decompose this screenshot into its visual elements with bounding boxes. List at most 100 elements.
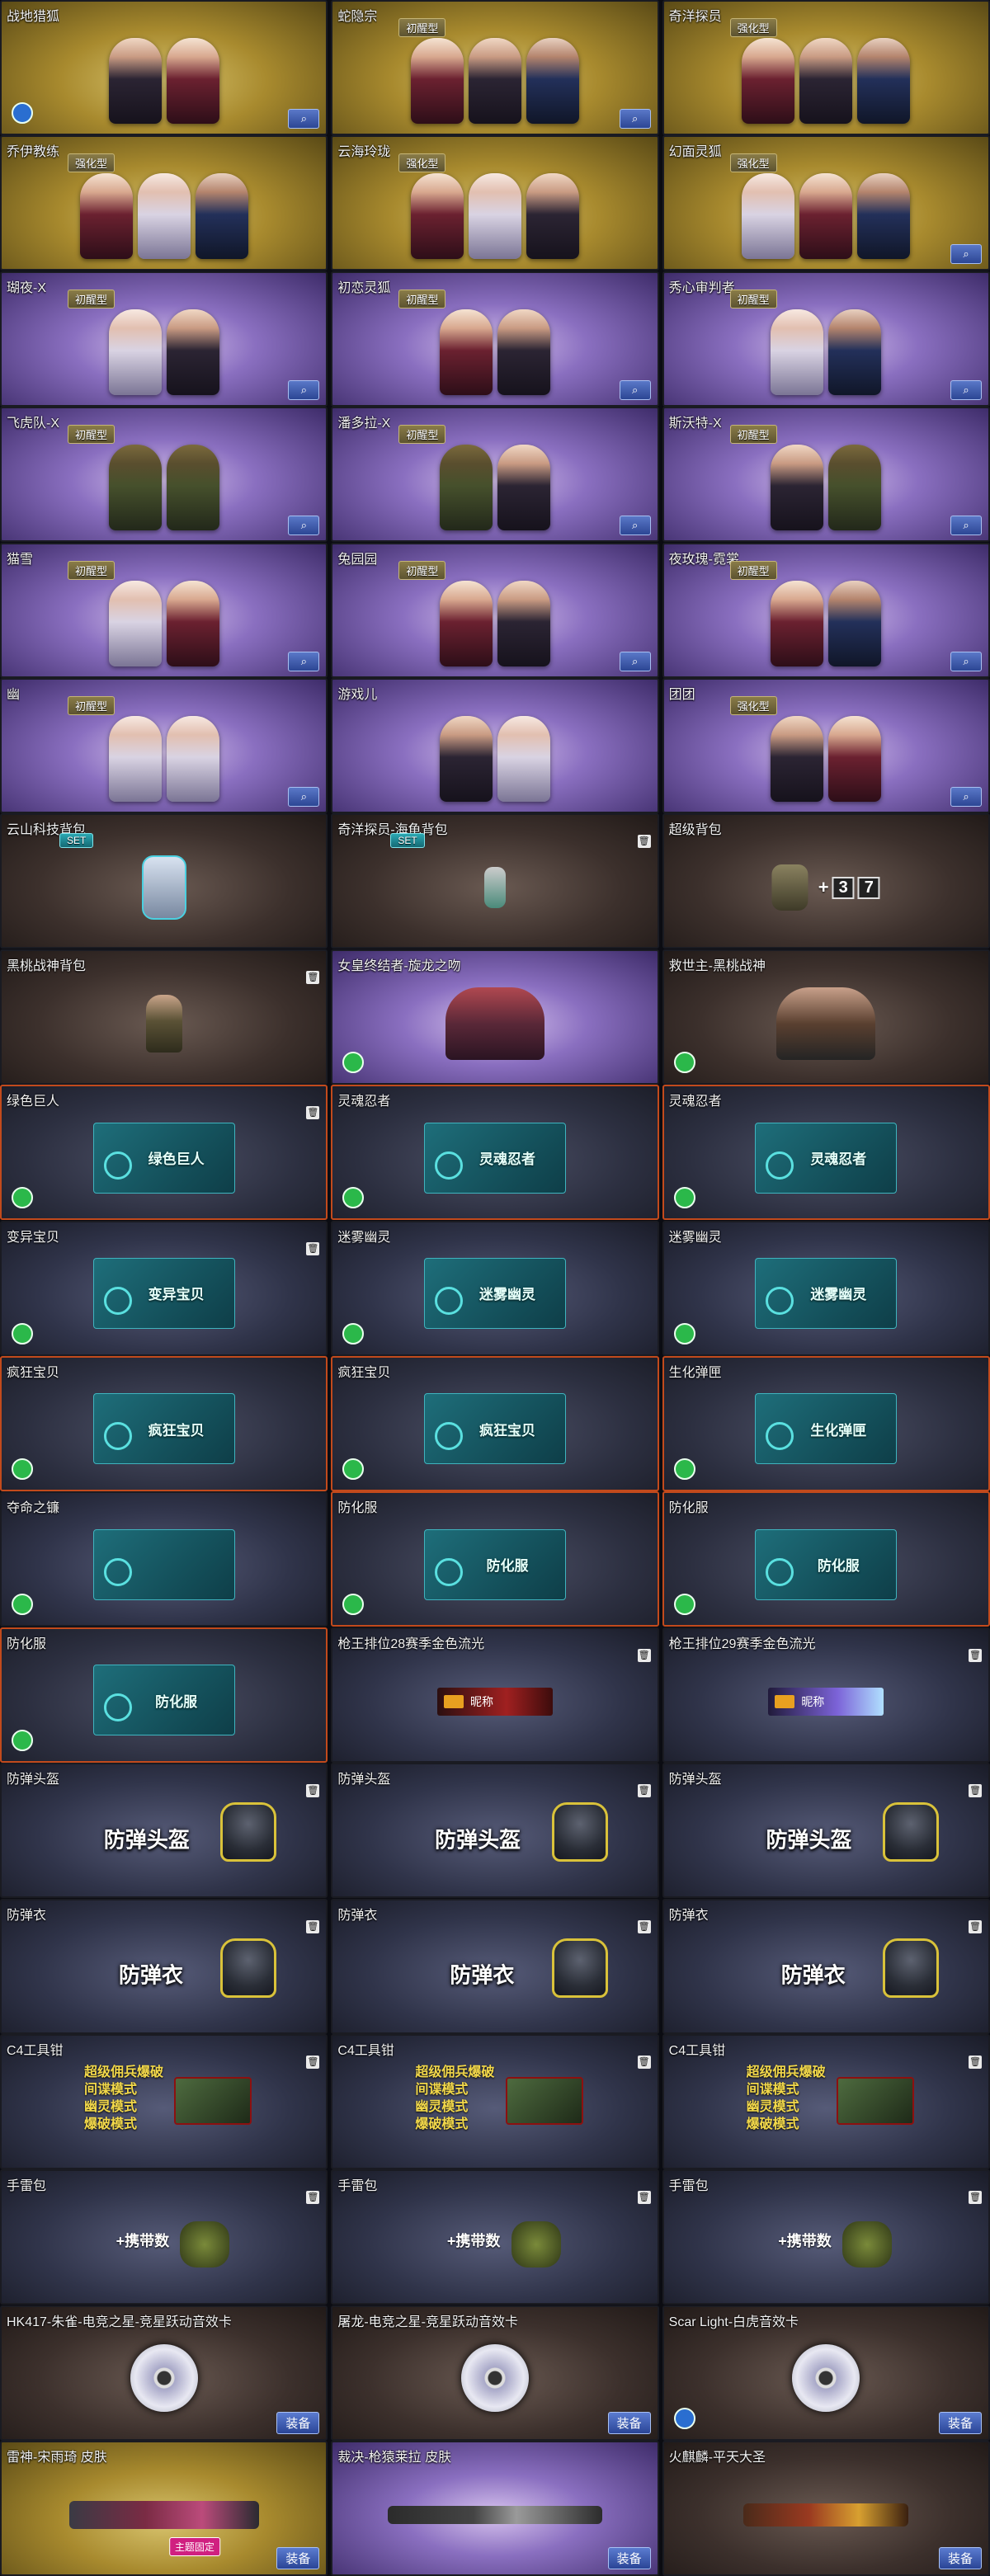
inventory-card[interactable]: 斯沃特-X 初醒型 ⌕ — [662, 407, 990, 543]
inventory-card[interactable]: 迷雾幽灵 迷雾幽灵 — [662, 1220, 990, 1356]
inventory-card[interactable]: 防弹头盔 防弹头盔 🗑 — [0, 1763, 328, 1899]
trash-icon[interactable]: 🗑 — [306, 2191, 320, 2205]
trash-icon[interactable]: 🗑 — [306, 970, 320, 984]
trash-icon[interactable]: 🗑 — [637, 2056, 651, 2069]
inventory-card[interactable]: 防化服 防化服 — [662, 1491, 990, 1627]
search-button[interactable]: ⌕ — [288, 109, 320, 129]
trash-icon[interactable]: 🗑 — [637, 835, 651, 849]
inventory-card[interactable]: 裁决-枪猿莱拉 皮肤 装备 — [331, 2441, 659, 2576]
inventory-card[interactable]: 防弹衣 防弹衣 🗑 — [662, 1898, 990, 2034]
inventory-card[interactable]: 女皇终结者-旋龙之吻 — [331, 949, 659, 1085]
inventory-card[interactable]: 灵魂忍者 灵魂忍者 — [331, 1085, 659, 1221]
preview-button[interactable]: ⌕ — [950, 787, 982, 807]
preview-button[interactable]: ⌕ — [619, 379, 651, 400]
item-ribbon: 灵魂忍者 — [423, 1122, 566, 1194]
inventory-card[interactable]: 初恋灵狐 初醒型 ⌕ — [331, 271, 659, 407]
inventory-card[interactable]: 防化服 防化服 — [331, 1491, 659, 1627]
trash-icon[interactable]: 🗑 — [306, 1106, 320, 1120]
inventory-card[interactable]: 疯狂宝贝 疯狂宝贝 — [0, 1356, 328, 1491]
inventory-card[interactable]: C4工具钳 超级佣兵爆破 间谍模式 幽灵模式 爆破模式 🗑 — [662, 2034, 990, 2169]
trash-icon[interactable]: 🗑 — [637, 1648, 651, 1662]
trash-icon[interactable]: 🗑 — [968, 2191, 982, 2205]
helmet-icon — [220, 1802, 277, 1863]
preview-button[interactable]: ⌕ — [950, 379, 982, 400]
inventory-card[interactable]: 绿色巨人 绿色巨人 🗑 — [0, 1085, 328, 1221]
trash-icon[interactable]: 🗑 — [968, 1919, 982, 1933]
inventory-card[interactable]: 枪王排位28赛季金色流光 昵称 🗑 — [331, 1627, 659, 1763]
trash-icon[interactable]: 🗑 — [968, 1784, 982, 1798]
trash-icon[interactable]: 🗑 — [306, 1784, 320, 1798]
equip-button[interactable]: 装备 — [938, 2547, 982, 2570]
inventory-card[interactable]: 生化弹匣 生化弹匣 — [662, 1356, 990, 1491]
inventory-card[interactable]: 夺命之镰 — [0, 1491, 328, 1627]
trash-icon[interactable]: 🗑 — [637, 1919, 651, 1933]
inventory-card[interactable]: 防弹衣 防弹衣 🗑 — [331, 1898, 659, 2034]
inventory-card[interactable]: 变异宝贝 变异宝贝 🗑 — [0, 1220, 328, 1356]
inventory-card[interactable]: 防弹头盔 防弹头盔 🗑 — [662, 1763, 990, 1899]
equip-button[interactable]: 装备 — [938, 2411, 982, 2434]
card-title: 雷神-宋雨琦 皮肤 — [7, 2451, 107, 2465]
inventory-card[interactable]: 战地猎狐 ⌕ — [0, 0, 328, 135]
equip-button[interactable]: 装备 — [607, 2547, 651, 2570]
inventory-card[interactable]: 火麒麟-平天大圣 装备 — [662, 2441, 990, 2576]
inventory-card[interactable]: C4工具钳 超级佣兵爆破 间谍模式 幽灵模式 爆破模式 🗑 — [331, 2034, 659, 2169]
inventory-card[interactable]: 防化服 防化服 — [0, 1627, 328, 1763]
inventory-card[interactable]: 飞虎队-X 初醒型 ⌕ — [0, 407, 328, 543]
preview-button[interactable]: ⌕ — [288, 651, 320, 671]
preview-button[interactable]: ⌕ — [950, 244, 982, 265]
inventory-card[interactable]: 瑚夜-X 初醒型 ⌕ — [0, 271, 328, 407]
inventory-card[interactable]: 救世主-黑桃战神 — [662, 949, 990, 1085]
trash-icon[interactable]: 🗑 — [968, 1648, 982, 1662]
preview-button[interactable]: ⌕ — [288, 787, 320, 807]
trash-icon[interactable]: 🗑 — [306, 1241, 320, 1255]
trash-icon[interactable]: 🗑 — [637, 1784, 651, 1798]
preview-button[interactable]: ⌕ — [619, 516, 651, 536]
inventory-card[interactable]: 乔伊教练 强化型 — [0, 135, 328, 271]
trash-icon[interactable]: 🗑 — [637, 2191, 651, 2205]
trash-icon[interactable]: 🗑 — [306, 1919, 320, 1933]
inventory-card[interactable]: 黑桃战神背包 🗑 — [0, 949, 328, 1085]
preview-button[interactable]: ⌕ — [619, 651, 651, 671]
trash-icon[interactable]: 🗑 — [306, 2056, 320, 2069]
equip-button[interactable]: 装备 — [276, 2411, 320, 2434]
inventory-card[interactable]: 幽初醒型 ⌕ — [0, 678, 328, 813]
inventory-card[interactable]: 夜玫瑰-霓裳 初醒型 ⌕ — [662, 542, 990, 678]
inventory-card[interactable]: 枪王排位29赛季金色流光 昵称 🗑 — [662, 1627, 990, 1763]
inventory-card[interactable]: 兔园园 初醒型 ⌕ — [331, 542, 659, 678]
inventory-card[interactable]: Scar Light-白虎音效卡 装备 — [662, 2305, 990, 2441]
inventory-card[interactable]: 幻面灵狐 强化型 ⌕ — [662, 135, 990, 271]
inventory-card[interactable]: 灵魂忍者 灵魂忍者 — [662, 1085, 990, 1221]
preview-button[interactable]: ⌕ — [950, 651, 982, 671]
inventory-card[interactable]: 防弹头盔 防弹头盔 🗑 — [331, 1763, 659, 1899]
inventory-card[interactable]: 手雷包 +携带数 🗑 — [331, 2169, 659, 2305]
preview-button[interactable]: ⌕ — [288, 379, 320, 400]
inventory-card[interactable]: 云海玲珑 强化型 — [331, 135, 659, 271]
inventory-card[interactable]: 雷神-宋雨琦 皮肤 主题固定 装备 — [0, 2441, 328, 2576]
inventory-card[interactable]: 手雷包 +携带数 🗑 — [662, 2169, 990, 2305]
inventory-card[interactable]: 超级背包 +3 7 — [662, 813, 990, 949]
character-figure — [439, 308, 493, 395]
inventory-card[interactable]: 疯狂宝贝 疯狂宝贝 — [331, 1356, 659, 1491]
preview-button[interactable]: ⌕ — [619, 109, 651, 129]
inventory-card[interactable]: 奇洋探员-海龟背包 SET 🗑 — [331, 813, 659, 949]
inventory-card[interactable]: 迷雾幽灵 迷雾幽灵 — [331, 1220, 659, 1356]
inventory-card[interactable]: 团团 强化型 ⌕ — [662, 678, 990, 813]
equip-button[interactable]: 装备 — [607, 2411, 651, 2434]
equip-button[interactable]: 装备 — [276, 2547, 320, 2570]
inventory-card[interactable]: 奇洋探员 强化型 — [662, 0, 990, 135]
inventory-card[interactable]: HK417-朱雀-电竞之星-竞星跃动音效卡 装备 — [0, 2305, 328, 2441]
inventory-card[interactable]: 秀心审判者 初醒型 ⌕ — [662, 271, 990, 407]
inventory-card[interactable]: 屠龙-电竞之星-竞星跃动音效卡 装备 — [331, 2305, 659, 2441]
inventory-card[interactable]: 云山科技背包 SET — [0, 813, 328, 949]
preview-button[interactable]: ⌕ — [950, 516, 982, 536]
inventory-card[interactable]: 手雷包 +携带数 🗑 — [0, 2169, 328, 2305]
trash-icon[interactable]: 🗑 — [968, 2056, 982, 2069]
inventory-card[interactable]: 蛇隐宗 初醒型 ⌕ — [331, 0, 659, 135]
inventory-card[interactable]: 潘多拉-X 初醒型 ⌕ — [331, 407, 659, 543]
character-group — [2, 580, 326, 666]
preview-button[interactable]: ⌕ — [288, 516, 320, 536]
inventory-card[interactable]: 猫雪 初醒型 ⌕ — [0, 542, 328, 678]
inventory-card[interactable]: 防弹衣 防弹衣 🗑 — [0, 1898, 328, 2034]
inventory-card[interactable]: 游戏儿 — [331, 678, 659, 813]
inventory-card[interactable]: C4工具钳 超级佣兵爆破 间谍模式 幽灵模式 爆破模式 🗑 — [0, 2034, 328, 2169]
